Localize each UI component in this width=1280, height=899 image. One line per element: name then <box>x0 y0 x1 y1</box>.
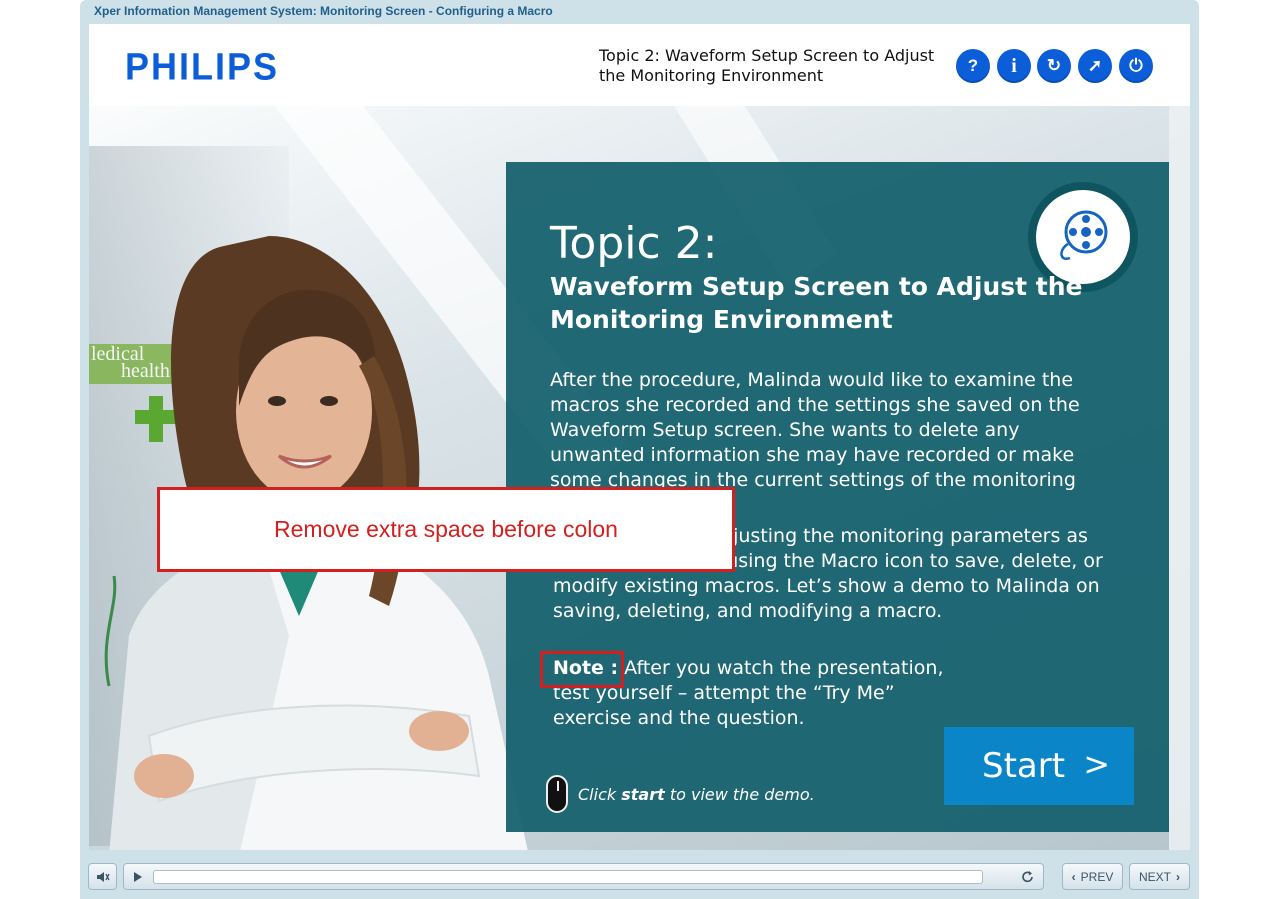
power-icon[interactable]: ⏻ <box>1119 49 1153 83</box>
restart-icon[interactable] <box>1021 870 1035 884</box>
replay-icon[interactable]: ↻ <box>1037 49 1071 83</box>
mouse-icon <box>546 775 568 813</box>
hint-prefix: Click <box>578 784 622 804</box>
film-reel-icon <box>1060 210 1108 261</box>
prev-label: PREV <box>1080 869 1114 884</box>
playbar <box>123 863 1044 890</box>
topic-heading-line1: Topic 2: Waveform Setup Screen to Adjust <box>599 46 935 65</box>
start-button[interactable]: Start > <box>944 727 1134 805</box>
volume-button[interactable] <box>88 863 117 890</box>
philips-logo: PHILIPS <box>125 44 280 88</box>
header-bar: PHILIPS Topic 2: Waveform Setup Screen t… <box>89 24 1190 106</box>
topic-heading-line2: the Monitoring Environment <box>599 66 824 85</box>
next-label: NEXT <box>1138 869 1171 884</box>
chevron-right-icon: › <box>1176 869 1180 884</box>
panel-subtitle: Waveform Setup Screen to Adjust the Moni… <box>550 272 1083 334</box>
hint-suffix: to view the demo. <box>664 784 815 804</box>
topic-heading: Topic 2: Waveform Setup Screen to Adjust… <box>599 46 939 86</box>
chevron-right-icon: > <box>1083 745 1110 783</box>
compass-icon[interactable]: ➚ <box>1078 49 1112 83</box>
click-hint: Click start to view the demo. <box>546 774 815 814</box>
speaker-icon <box>96 871 110 882</box>
hint-bold: start <box>621 784 665 804</box>
hint-text: Click start to view the demo. <box>578 785 815 804</box>
panel-body-paragraph-1: After the procedure, Malinda would like … <box>550 369 1080 491</box>
play-icon[interactable] <box>133 871 143 883</box>
start-label: Start <box>982 746 1066 786</box>
scene-stage: ledical health Topic 2: Waveform Setup S… <box>89 106 1190 850</box>
review-comment-callout: Remove extra space before colon <box>157 487 735 572</box>
note-highlight-box <box>540 651 624 688</box>
window-title: Xper Information Management System: Moni… <box>94 4 553 18</box>
chevron-left-icon: ‹ <box>1071 869 1076 884</box>
help-icon[interactable]: ? <box>956 49 990 83</box>
progress-track[interactable] <box>153 870 983 884</box>
info-icon[interactable]: i <box>997 49 1031 83</box>
next-button[interactable]: NEXT › <box>1129 863 1190 890</box>
prev-button[interactable]: ‹ PREV <box>1062 863 1123 890</box>
window-blinds <box>1169 106 1190 850</box>
panel-title: Topic 2: <box>550 218 718 269</box>
player-controls: ‹ PREV NEXT › <box>88 863 1190 891</box>
